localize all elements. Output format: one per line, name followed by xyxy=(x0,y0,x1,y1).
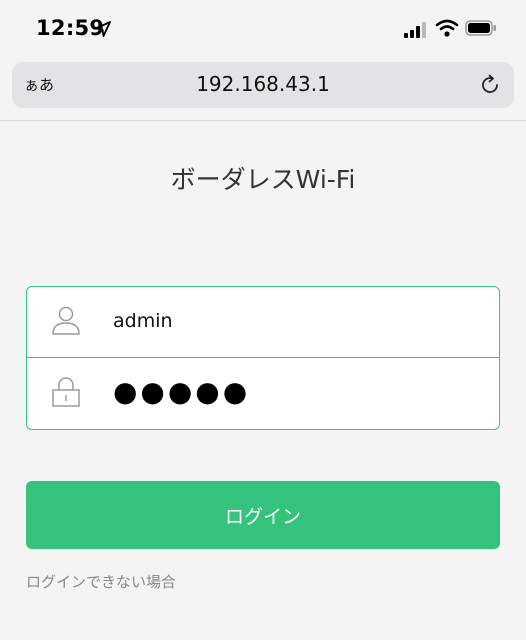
password-row: ●●●●● xyxy=(27,358,499,428)
login-form: ●●●●● xyxy=(26,286,500,430)
username-input[interactable] xyxy=(113,301,473,341)
status-bar: 12:59 xyxy=(0,0,526,58)
wifi-icon xyxy=(435,19,459,37)
cellular-signal-icon xyxy=(404,22,426,38)
password-input[interactable]: ●●●●● xyxy=(113,375,250,408)
url-field[interactable]: 192.168.43.1 xyxy=(12,72,514,96)
address-bar[interactable]: ぁあ 192.168.43.1 xyxy=(12,62,514,108)
lock-icon xyxy=(52,377,80,407)
username-row xyxy=(27,287,499,358)
cannot-login-link[interactable]: ログインできない場合 xyxy=(26,571,176,592)
login-button[interactable]: ログイン xyxy=(26,481,500,549)
user-icon xyxy=(52,306,80,335)
battery-icon xyxy=(465,20,496,36)
header-divider xyxy=(0,120,526,121)
reload-icon[interactable] xyxy=(478,73,502,97)
page-title: ボーダレスWi-Fi xyxy=(170,165,356,194)
location-arrow-icon xyxy=(95,21,111,37)
